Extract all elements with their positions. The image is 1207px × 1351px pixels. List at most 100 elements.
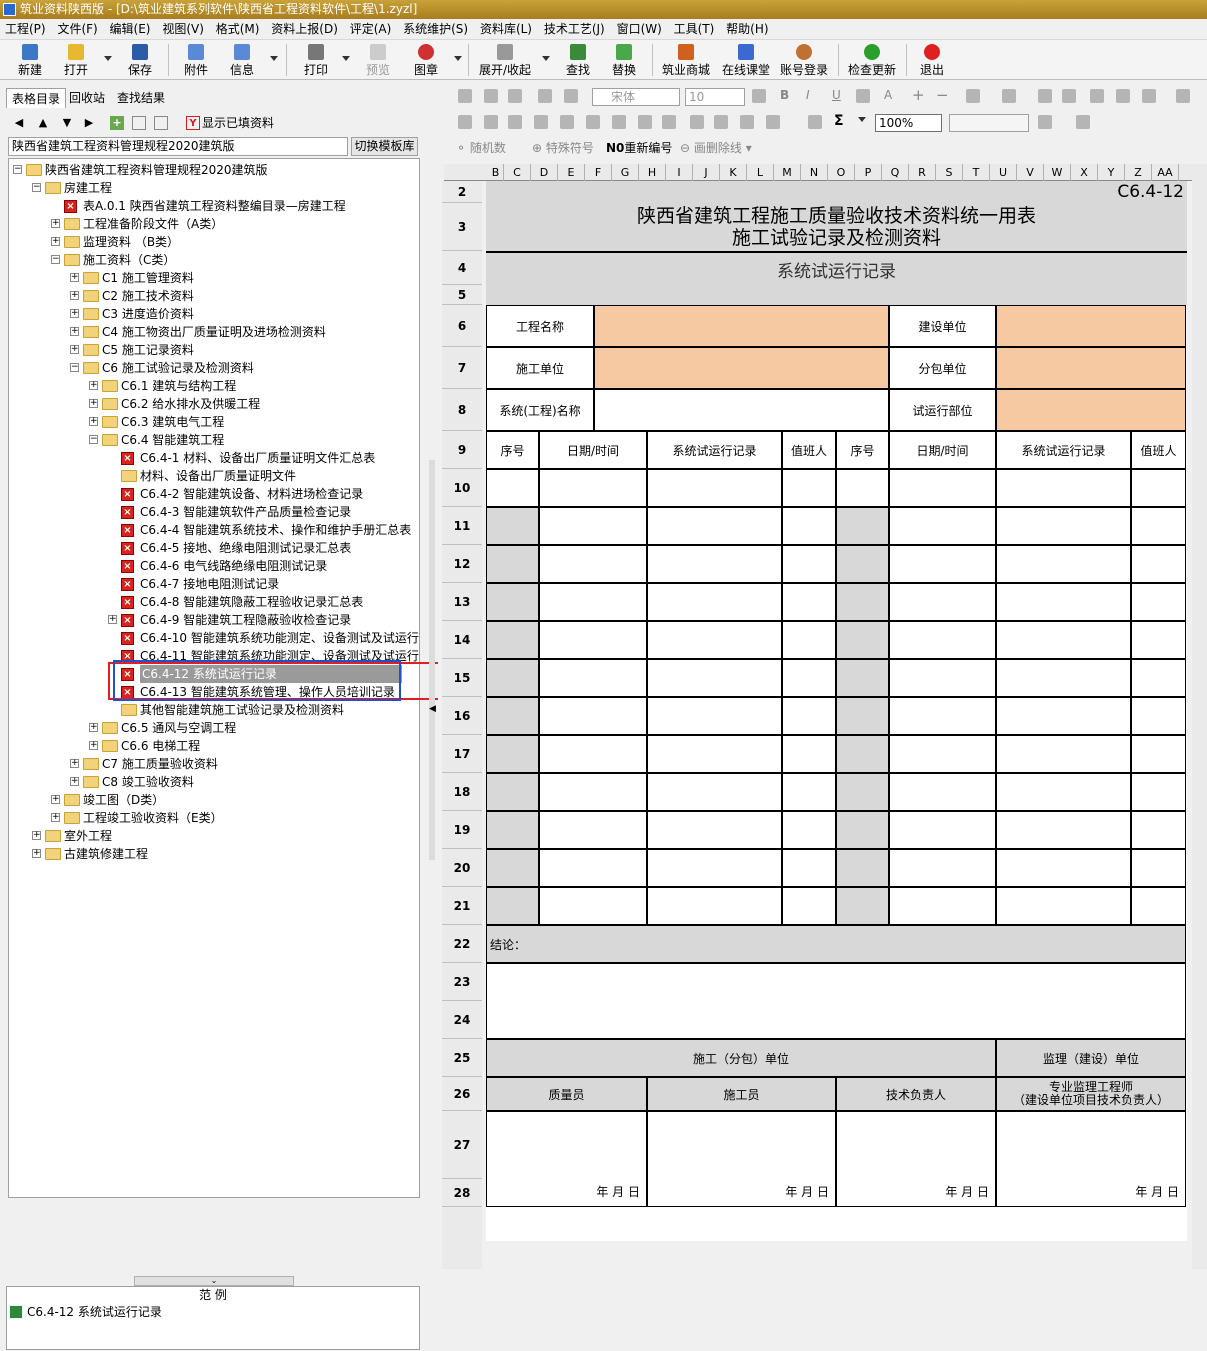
sum-dropdown-icon[interactable] <box>858 117 866 122</box>
column-header-cell[interactable]: L <box>747 164 774 181</box>
table-cell[interactable] <box>486 697 539 735</box>
tree-node[interactable]: 表A.0.1 陕西省建筑工程资料整编目录—房建工程 <box>83 197 346 215</box>
table-cell[interactable] <box>647 507 782 545</box>
paste-icon[interactable] <box>508 89 522 103</box>
menu-tech[interactable]: 技术工艺(J) <box>541 19 608 40</box>
replace-button[interactable]: 替换 <box>604 42 644 78</box>
table-cell[interactable] <box>647 849 782 887</box>
table-cell[interactable] <box>889 735 996 773</box>
tab-recycle-bin[interactable]: 回收站 <box>64 88 110 108</box>
table-cell[interactable] <box>836 545 889 583</box>
table-cell[interactable] <box>996 735 1131 773</box>
italic-icon[interactable]: I <box>806 88 810 102</box>
table-cell[interactable] <box>836 507 889 545</box>
table-cell[interactable] <box>1131 849 1186 887</box>
row-header-cell[interactable]: 4 <box>442 251 482 285</box>
attach-button[interactable]: 附件 <box>176 42 216 78</box>
table-cell[interactable] <box>539 849 647 887</box>
table-cell[interactable] <box>647 545 782 583</box>
expand-icon[interactable]: + <box>51 219 60 228</box>
table-cell[interactable] <box>782 849 836 887</box>
column-header-cell[interactable]: I <box>666 164 693 181</box>
copy-icon[interactable] <box>132 116 146 130</box>
stamp-dropdown-icon[interactable] <box>454 56 462 61</box>
row-header-cell[interactable]: 8 <box>442 389 482 431</box>
find-button[interactable]: 查找 <box>558 42 598 78</box>
expand-icon[interactable]: + <box>70 327 79 336</box>
table-cell[interactable] <box>647 735 782 773</box>
table-cell[interactable] <box>782 621 836 659</box>
row-header-cell[interactable]: 6 <box>442 305 482 347</box>
table-cell[interactable] <box>996 583 1131 621</box>
column-header-cell[interactable]: G <box>612 164 639 181</box>
tree-node[interactable]: C6.2 给水排水及供暖工程 <box>121 395 260 413</box>
justify-icon[interactable] <box>1116 89 1130 103</box>
row-header-cell[interactable]: 10 <box>442 469 482 507</box>
table-cell[interactable] <box>647 621 782 659</box>
tree-node[interactable]: C6.5 通风与空调工程 <box>121 719 236 737</box>
table-cell[interactable] <box>1131 697 1186 735</box>
column-header-cell[interactable]: Z <box>1125 164 1152 181</box>
table-cell[interactable] <box>486 659 539 697</box>
table-cell[interactable] <box>782 659 836 697</box>
tree-node[interactable]: 陕西省建筑工程资料管理规程2020建筑版 <box>45 161 268 179</box>
row-header-cell[interactable]: 21 <box>442 887 482 925</box>
column-header-cell[interactable]: D <box>531 164 558 181</box>
strike-button[interactable]: ⊖ 画删除线 ▾ <box>680 139 752 156</box>
table-cell[interactable] <box>836 621 889 659</box>
column-header-cell[interactable]: O <box>828 164 855 181</box>
tree-node[interactable]: 工程准备阶段文件（A类） <box>83 215 223 233</box>
row-header-cell[interactable]: 11 <box>442 507 482 545</box>
tree-node[interactable]: 房建工程 <box>64 179 112 197</box>
table-cell[interactable] <box>889 659 996 697</box>
tree-node[interactable]: C8 竣工验收资料 <box>102 773 194 791</box>
open-dropdown-icon[interactable] <box>104 56 112 61</box>
menu-format[interactable]: 格式(M) <box>213 19 263 40</box>
copy-format-icon[interactable] <box>458 89 472 103</box>
column-header-cell[interactable]: Q <box>882 164 909 181</box>
table-cell[interactable] <box>782 773 836 811</box>
stamp-button[interactable]: 图章 <box>406 42 446 78</box>
fill-icon[interactable] <box>752 89 766 103</box>
row-header-cell[interactable]: 7 <box>442 347 482 389</box>
table-cell[interactable] <box>996 887 1131 925</box>
table-cell[interactable] <box>539 887 647 925</box>
arrow-down-icon[interactable]: ▼ <box>60 116 74 130</box>
tree-node[interactable]: C1 施工管理资料 <box>102 269 194 287</box>
collapse-icon[interactable]: − <box>51 255 60 264</box>
expand-icon[interactable]: + <box>108 615 117 624</box>
table-cell[interactable] <box>539 583 647 621</box>
cut-icon[interactable] <box>484 89 498 103</box>
preview-button[interactable]: 预览 <box>358 42 398 78</box>
menu-upload[interactable]: 资料上报(D) <box>268 19 341 40</box>
expand-icon[interactable]: + <box>89 381 98 390</box>
table-cell[interactable] <box>539 735 647 773</box>
border-color-icon[interactable] <box>1076 115 1090 129</box>
font-color-icon[interactable]: A <box>884 88 892 102</box>
arrow-up-icon[interactable]: ▲ <box>36 116 50 130</box>
tree-node[interactable]: 施工资料（C类） <box>83 251 175 269</box>
column-header-cell[interactable]: R <box>909 164 936 181</box>
table-cell[interactable] <box>486 887 539 925</box>
table-cell[interactable] <box>836 697 889 735</box>
table-cell[interactable] <box>647 469 782 507</box>
column-header-cell[interactable]: V <box>1017 164 1044 181</box>
table-cell[interactable] <box>836 849 889 887</box>
table-cell[interactable] <box>782 811 836 849</box>
table-cell[interactable] <box>486 545 539 583</box>
contractor-input[interactable] <box>594 347 889 389</box>
table-cell[interactable] <box>889 811 996 849</box>
table-cell[interactable] <box>539 697 647 735</box>
font-size-select[interactable]: 10 <box>685 88 745 106</box>
table-cell[interactable] <box>996 811 1131 849</box>
tree-node[interactable]: 其他智能建筑施工试验记录及检测资料 <box>140 701 344 719</box>
vertical-text-icon[interactable] <box>1176 89 1190 103</box>
mall-button[interactable]: 筑业商城 <box>658 42 714 78</box>
row-header-cell[interactable]: 18 <box>442 773 482 811</box>
tab-table-directory[interactable]: 表格目录 <box>6 88 67 108</box>
row-header-cell[interactable]: 24 <box>442 1001 482 1039</box>
tree-node[interactable]: C6.1 建筑与结构工程 <box>121 377 236 395</box>
expand-icon[interactable]: + <box>89 399 98 408</box>
trial-part-input[interactable] <box>996 389 1186 431</box>
column-header-cell[interactable]: E <box>558 164 585 181</box>
